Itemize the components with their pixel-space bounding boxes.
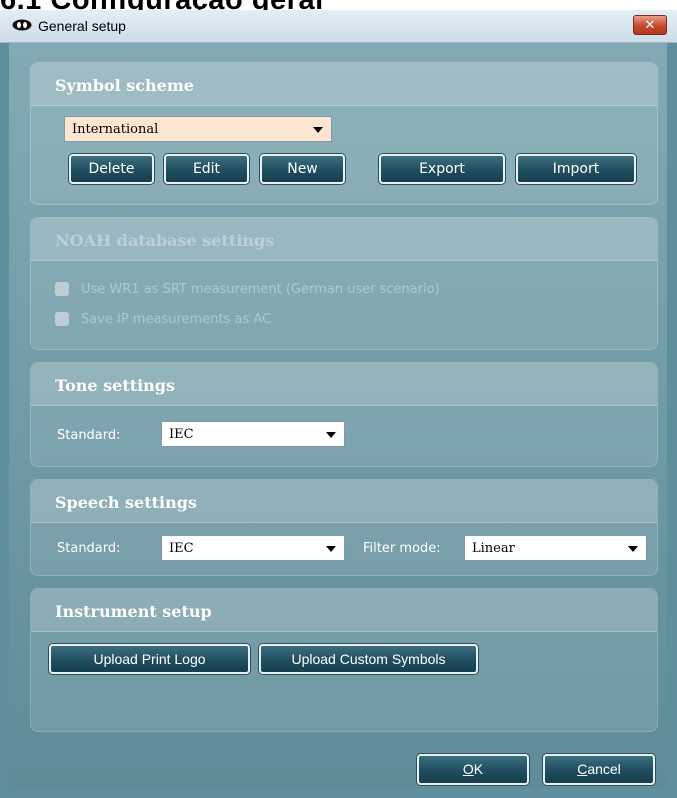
noah-settings-title: NOAH database settings [55,231,275,250]
chevron-down-icon [628,546,638,552]
dialog-body: Symbol scheme International Delete Edit … [9,43,667,789]
speech-settings-group: Speech settings Standard: IEC Filter mod… [30,479,658,576]
cancel-label-rest: ancel [587,761,621,777]
instrument-setup-title: Instrument setup [55,602,212,621]
chevron-down-icon [313,127,323,133]
tone-standard-label: Standard: [57,428,121,443]
wr1-srt-label: Use WR1 as SRT measurement (German user … [81,282,440,297]
cancel-button[interactable]: Cancel [543,754,655,785]
new-button[interactable]: New [260,154,345,184]
instrument-setup-group: Instrument setup Upload Print Logo Uploa… [30,588,658,732]
speech-standard-select[interactable]: IEC [161,535,345,561]
close-button[interactable]: ✕ [633,15,667,35]
upload-print-logo-button[interactable]: Upload Print Logo [49,644,250,674]
ok-mnemonic: O [462,761,474,777]
edit-button[interactable]: Edit [164,154,249,184]
app-logo-icon [12,19,32,31]
tone-standard-select[interactable]: IEC [161,421,345,447]
delete-button[interactable]: Delete [69,154,154,184]
speech-standard-value: IEC [169,541,194,556]
symbol-scheme-title: Symbol scheme [55,76,194,95]
export-button[interactable]: Export [379,154,505,184]
tone-settings-group: Tone settings Standard: IEC [30,362,658,467]
ok-label-rest: K [473,761,484,777]
filter-mode-select[interactable]: Linear [464,535,647,561]
close-icon: ✕ [644,18,656,33]
symbol-scheme-value: International [72,122,159,137]
upload-custom-symbols-button[interactable]: Upload Custom Symbols [259,644,478,674]
cancel-mnemonic: C [577,761,588,777]
import-button[interactable]: Import [516,154,636,184]
noah-settings-group: NOAH database settings Use WR1 as SRT me… [30,217,658,350]
chevron-down-icon [326,546,336,552]
ip-as-ac-label: Save IP measurements as AC [81,312,272,327]
speech-settings-title: Speech settings [55,493,197,512]
tone-settings-title: Tone settings [55,376,175,395]
filter-mode-label: Filter mode: [363,541,441,556]
tone-standard-value: IEC [169,427,194,442]
speech-standard-label: Standard: [57,541,121,556]
title-bar[interactable]: General setup ✕ [0,10,677,43]
wr1-srt-checkbox[interactable] [55,282,69,296]
general-setup-window: General setup ✕ Symbol scheme Internatio… [0,10,677,798]
ok-button[interactable]: OK [417,754,529,785]
symbol-scheme-select[interactable]: International [64,116,332,142]
chevron-down-icon [326,432,336,438]
filter-mode-value: Linear [472,541,515,556]
window-title: General setup [38,18,126,34]
symbol-scheme-group: Symbol scheme International Delete Edit … [30,62,658,205]
ip-as-ac-checkbox[interactable] [55,312,69,326]
